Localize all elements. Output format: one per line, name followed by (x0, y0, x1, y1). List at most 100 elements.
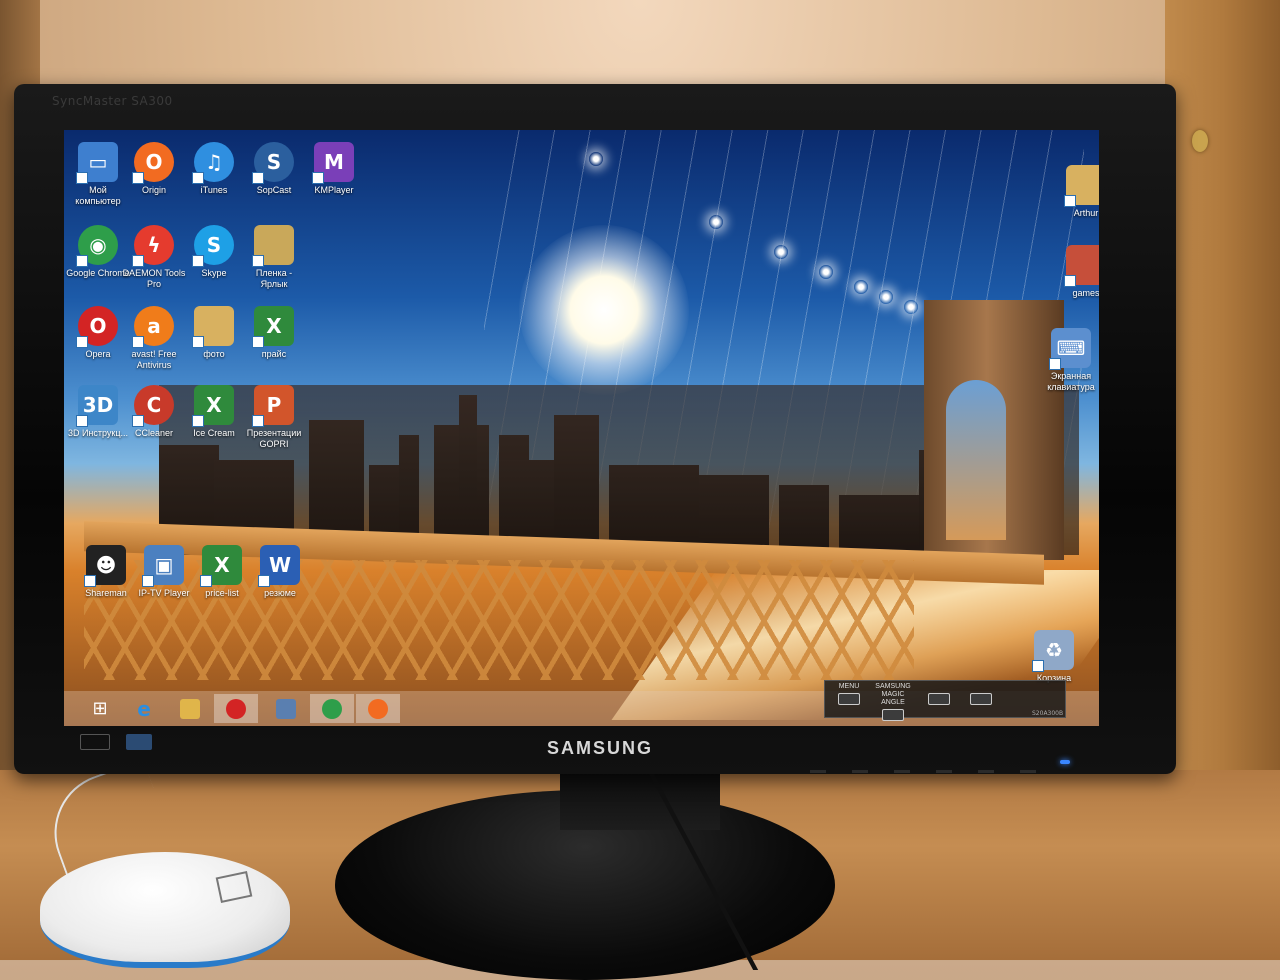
icon-label: Ice Cream (193, 428, 235, 438)
bezel-button[interactable] (852, 770, 868, 773)
bezel-button[interactable] (810, 770, 826, 773)
taskbar-explorer[interactable] (168, 694, 212, 723)
folder-icon (1064, 245, 1099, 287)
itunes-icon: ♫ (192, 142, 234, 184)
chrome-icon: ◉ (76, 225, 118, 267)
desktop-icon-sopcast[interactable]: S SopCast (242, 142, 306, 196)
excel-icon: X (252, 306, 294, 348)
opera-icon (226, 698, 246, 719)
icon-label: games (1072, 288, 1099, 298)
bezel-button[interactable] (894, 770, 910, 773)
bezel-buttons[interactable] (810, 758, 1062, 777)
network-icon (276, 698, 296, 719)
bridge-light (589, 152, 603, 166)
taskbar-start[interactable]: ⊞ (78, 694, 122, 723)
magic-angle-icon (882, 709, 904, 721)
icon-label: 3D Инструкц... (67, 428, 129, 438)
osd-magic-angle-button[interactable]: SAMSUNG MAGIC ANGLE (871, 683, 915, 721)
osd-brightness-button[interactable] (923, 691, 955, 705)
bezel-button[interactable] (936, 770, 952, 773)
bridge-light (879, 290, 893, 304)
desktop-icon-ice-cream[interactable]: X Ice Cream (182, 385, 246, 439)
chrome-icon (322, 698, 342, 719)
icon-label: Opera (85, 349, 111, 359)
osd-magic-angle-label: SAMSUNG MAGIC ANGLE (875, 683, 911, 706)
recycle-bin-icon: ♻ (1032, 630, 1074, 672)
desktop-icon-3d[interactable]: 3D 3D Инструкц... (66, 385, 130, 439)
icon-label: Origin (141, 185, 166, 195)
icon-label: iTunes (200, 185, 228, 195)
osd-menu-button[interactable]: MENU (833, 683, 865, 705)
osd-menu-label: MENU (838, 683, 860, 690)
monitor-brand: SAMSUNG (546, 738, 653, 758)
desktop-icon-foto[interactable]: фото (182, 306, 246, 360)
icon-label: Мой компьютер (75, 185, 121, 206)
avast-icon: a (132, 306, 174, 348)
iptv-icon: ▣ (142, 545, 184, 587)
desktop-icon-daemon-tools[interactable]: ϟ DAEMON Tools Pro (122, 225, 186, 290)
desktop-icon-itunes[interactable]: ♫ iTunes (182, 142, 246, 196)
desktop-icon-iptv-player[interactable]: ▣ IP-TV Player (132, 545, 196, 599)
desktop-icon-price-list[interactable]: X price-list (190, 545, 254, 599)
bridge-light (854, 280, 868, 294)
icon-label: IP-TV Player (138, 588, 190, 598)
bridge-light (904, 300, 918, 314)
mouse (40, 852, 290, 968)
icon-label: KMPlayer (314, 185, 354, 195)
icon-label: прайс (261, 349, 287, 359)
desktop-icon-games[interactable]: games (1054, 245, 1099, 299)
desktop-icon-avast[interactable]: a avast! Free Antivirus (122, 306, 186, 371)
word-icon: W (258, 545, 300, 587)
desktop-icon-plenka[interactable]: Пленка - Ярлык (242, 225, 306, 290)
excel-icon: X (200, 545, 242, 587)
source-icon (970, 693, 992, 705)
desktop-icon-rezume[interactable]: W резюме (248, 545, 312, 599)
osd-source-button[interactable] (965, 691, 997, 705)
shareman-icon: ☻ (84, 545, 126, 587)
icon-label: Google Chrome (66, 268, 130, 278)
origin-icon (368, 698, 388, 719)
hdmi-logo-icon (80, 734, 110, 750)
icon-label: фото (203, 349, 225, 359)
desktop-screen: ▭ Мой компьютер O Origin ♫ iTunes S SopC… (64, 130, 1099, 726)
taskbar-network[interactable] (264, 694, 308, 723)
sun (519, 225, 689, 395)
desktop-icon-opera[interactable]: O Opera (66, 306, 130, 360)
desktop-icon-screen-keyboard[interactable]: ⌨ Экранная клавиатура (1039, 328, 1099, 393)
folder-icon (192, 306, 234, 348)
folder-icon (180, 698, 200, 719)
desktop-icon-arthur[interactable]: Arthur (1054, 165, 1099, 219)
osd-model-text: S20A300B (1032, 710, 1064, 717)
taskbar-ie[interactable]: e (122, 694, 166, 723)
desktop-icon-skype[interactable]: S Skype (182, 225, 246, 279)
desktop-icon-origin[interactable]: O Origin (122, 142, 186, 196)
taskbar-origin[interactable] (356, 694, 400, 723)
power-led-icon[interactable] (1060, 760, 1070, 764)
icon-label: SopCast (256, 185, 292, 195)
icon-label: Shareman (85, 588, 127, 598)
desktop-icon-chrome[interactable]: ◉ Google Chrome (66, 225, 130, 279)
desktop-icon-recycle-bin[interactable]: ♻ Корзина (1022, 630, 1086, 684)
bridge-light (819, 265, 833, 279)
excel-icon: X (192, 385, 234, 427)
desktop-icon-prezentacii[interactable]: P Презентации GOPRI (242, 385, 306, 450)
desktop-icon-my-computer[interactable]: ▭ Мой компьютер (66, 142, 130, 207)
taskbar-opera[interactable] (214, 694, 258, 723)
menu-icon (838, 693, 860, 705)
bezel-button[interactable] (978, 770, 994, 773)
ccleaner-icon: C (132, 385, 174, 427)
kmplayer-icon: M (312, 142, 354, 184)
taskbar-chrome[interactable] (310, 694, 354, 723)
bezel-button[interactable] (1020, 770, 1036, 773)
icon-label: CCleaner (134, 428, 174, 438)
desktop-icon-kmplayer[interactable]: M KMPlayer (302, 142, 366, 196)
desktop-icon-prais[interactable]: X прайс (242, 306, 306, 360)
desktop-icon-shareman[interactable]: ☻ Shareman (74, 545, 138, 599)
icon-label: Пленка - Ярлык (255, 268, 293, 289)
3d-icon: 3D (76, 385, 118, 427)
icon-label: Skype (201, 268, 227, 278)
icon-label: avast! Free Antivirus (131, 349, 177, 370)
origin-icon: O (132, 142, 174, 184)
desktop-icon-ccleaner[interactable]: C CCleaner (122, 385, 186, 439)
bridge-light (774, 245, 788, 259)
